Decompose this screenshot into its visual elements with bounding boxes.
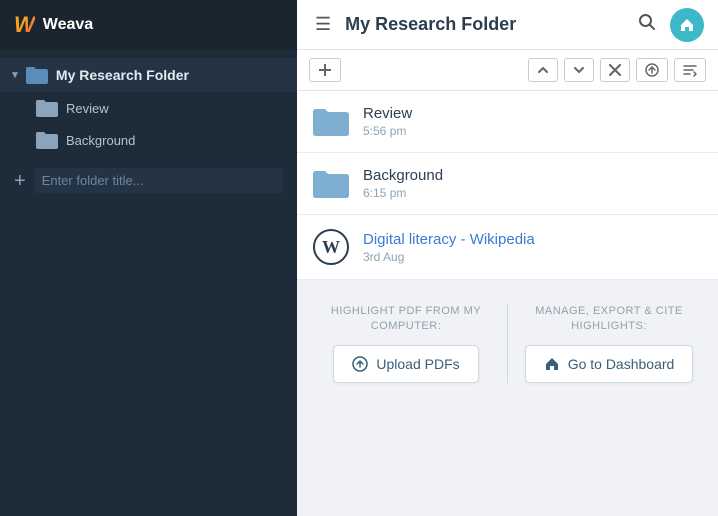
add-folder-row: + [0,160,297,201]
upload-button[interactable] [636,58,668,82]
sidebar-tree: ▼ My Research Folder Review Background + [0,50,297,516]
upload-pdf-icon [352,356,368,372]
list-item[interactable]: Background 6:15 pm [297,153,718,215]
add-item-button[interactable] [309,58,341,82]
sidebar-item-review[interactable]: Review [36,92,297,124]
sort-icon [683,63,697,77]
review-item-info: Review 5:56 pm [363,105,412,138]
chevron-up-icon [537,64,549,76]
dashboard-card-group: MANAGE, EXPORT & CITE HIGHLIGHTS: Go to … [516,304,702,383]
add-folder-button[interactable]: + [14,171,26,191]
add-folder-input[interactable] [34,168,283,193]
sidebar-item-background-label: Background [66,133,135,148]
go-to-dashboard-button[interactable]: Go to Dashboard [525,345,694,383]
dashboard-card-label: MANAGE, EXPORT & CITE HIGHLIGHTS: [516,304,702,335]
background-item-name: Background [363,167,443,184]
background-item-info: Background 6:15 pm [363,167,443,200]
dashboard-home-icon [544,356,560,372]
upload-icon [645,63,659,77]
review-item-date: 5:56 pm [363,124,412,138]
root-folder-label: My Research Folder [56,67,189,83]
toolbar-right [528,58,706,82]
wiki-item-name: Digital literacy - Wikipedia [363,231,535,248]
home-button[interactable] [670,8,704,42]
list-item[interactable]: Review 5:56 pm [297,91,718,153]
root-folder-item[interactable]: ▼ My Research Folder [0,58,297,92]
background-folder-icon [36,131,58,149]
list-item[interactable]: W Digital literacy - Wikipedia 3rd Aug [297,215,718,280]
go-to-dashboard-label: Go to Dashboard [568,356,675,372]
wiki-item-date: 3rd Aug [363,250,535,264]
root-folder-icon [26,66,48,84]
wiki-item-info: Digital literacy - Wikipedia 3rd Aug [363,231,535,264]
hamburger-button[interactable]: ☰ [311,10,335,39]
chevron-down-icon [573,64,585,76]
sidebar-header: W Weava [0,0,297,50]
move-down-button[interactable] [564,58,594,82]
add-icon [318,63,332,77]
close-icon [609,64,621,76]
search-button[interactable] [634,9,660,40]
wikipedia-icon: W [313,229,349,265]
move-up-button[interactable] [528,58,558,82]
upload-card-label: HIGHLIGHT PDF FROM MY COMPUTER: [313,304,499,335]
sidebar: W Weava ▼ My Research Folder Review [0,0,297,516]
review-item-folder-icon [313,107,349,137]
upload-card-group: HIGHLIGHT PDF FROM MY COMPUTER: Upload P… [313,304,499,383]
review-folder-icon [36,99,58,117]
main-header: ☰ My Research Folder [297,0,718,50]
delete-button[interactable] [600,58,630,82]
sidebar-children: Review Background [0,92,297,156]
page-title: My Research Folder [345,14,624,35]
background-item-date: 6:15 pm [363,186,443,200]
logo-w-icon: W [14,12,35,38]
main-panel: ☰ My Research Folder [297,0,718,516]
toolbar [297,50,718,91]
content-list: Review 5:56 pm Background 6:15 pm W Digi… [297,91,718,516]
action-divider [507,304,508,383]
sort-button[interactable] [674,58,706,82]
sidebar-item-background[interactable]: Background [36,124,297,156]
search-icon [638,13,656,31]
review-item-name: Review [363,105,412,122]
upload-pdfs-label: Upload PDFs [376,356,459,372]
action-cards: HIGHLIGHT PDF FROM MY COMPUTER: Upload P… [297,280,718,407]
upload-pdfs-button[interactable]: Upload PDFs [333,345,478,383]
background-item-folder-icon [313,169,349,199]
home-icon [679,17,695,33]
caret-icon: ▼ [10,70,20,81]
sidebar-item-review-label: Review [66,101,109,116]
weava-logo: W Weava [14,12,93,38]
app-name-label: Weava [43,16,93,34]
